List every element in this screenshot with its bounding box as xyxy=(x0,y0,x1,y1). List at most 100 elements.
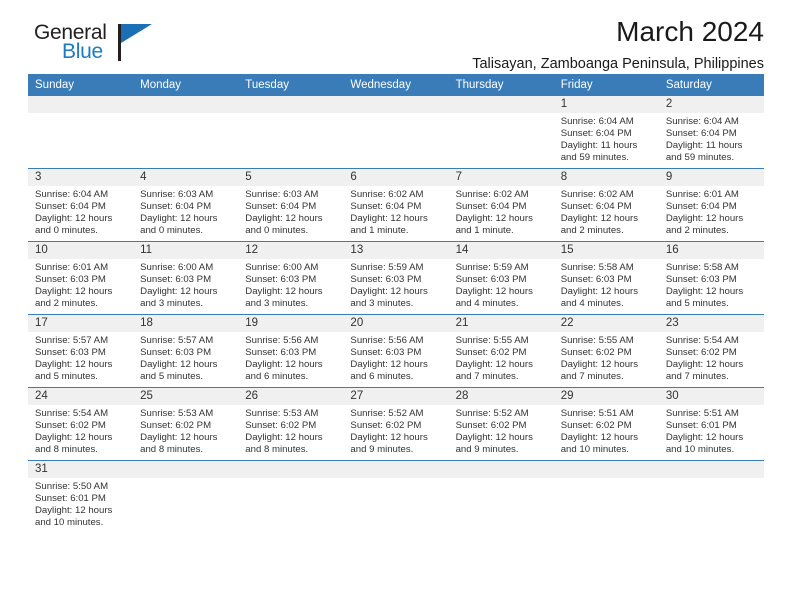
day-number: 17 xyxy=(28,315,134,332)
calendar-empty-cell xyxy=(448,460,554,533)
daylight-duration-line2: and 4 minutes. xyxy=(560,297,624,309)
calendar-day-cell[interactable]: 4 Sunrise: 6:03 AM Sunset: 6:04 PM Daylight… xyxy=(133,168,239,242)
weekday-header-friday: Friday xyxy=(553,74,659,96)
day-number: 21 xyxy=(448,315,554,332)
sunrise-time: Sunrise: 5:52 AM xyxy=(455,408,529,419)
calendar-day-cell[interactable]: 20 Sunrise: 5:56 AM Sunset: 6:03 PM Dayligh… xyxy=(343,314,449,388)
daylight-duration-line2: and 6 minutes. xyxy=(350,370,414,382)
day-cell-inner: 30 Sunrise: 5:51 AM Sunset: 6:01 PM Dayligh… xyxy=(658,388,764,460)
calendar-day-cell[interactable]: 14 Sunrise: 5:59 AM Sunset: 6:03 PM Dayligh… xyxy=(448,241,554,315)
day-number: 11 xyxy=(133,242,239,259)
day-cell-inner xyxy=(133,461,239,533)
sunset-time: Sunset: 6:04 PM xyxy=(350,200,422,212)
day-cell-inner xyxy=(238,461,344,533)
day-cell-inner xyxy=(448,461,554,533)
calendar-empty-cell xyxy=(553,460,659,533)
sunrise-time: Sunrise: 5:59 AM xyxy=(455,262,529,273)
day-details: Sunrise: 5:54 AM Sunset: 6:02 PM Daylight:… xyxy=(28,405,133,456)
calendar-day-cell[interactable]: 17 Sunrise: 5:57 AM Sunset: 6:03 PM Dayligh… xyxy=(28,314,134,388)
calendar-day-cell[interactable]: 23 Sunrise: 5:54 AM Sunset: 6:02 PM Dayligh… xyxy=(658,314,764,388)
day-details: Sunrise: 5:58 AM Sunset: 6:03 PM Daylight:… xyxy=(554,259,659,310)
calendar-day-cell[interactable]: 19 Sunrise: 5:56 AM Sunset: 6:03 PM Dayligh… xyxy=(238,314,344,388)
calendar-day-cell[interactable]: 25 Sunrise: 5:53 AM Sunset: 6:02 PM Dayligh… xyxy=(133,387,239,461)
day-details: Sunrise: 5:57 AM Sunset: 6:03 PM Daylight:… xyxy=(133,332,238,383)
calendar-day-cell[interactable]: 11 Sunrise: 6:00 AM Sunset: 6:03 PM Dayligh… xyxy=(133,241,239,315)
sunset-time: Sunset: 6:03 PM xyxy=(35,273,106,285)
day-cell-inner: 5 Sunrise: 6:03 AM Sunset: 6:04 PM Daylight… xyxy=(238,169,344,241)
day-cell-inner: 16 Sunrise: 5:58 AM Sunset: 6:03 PM Dayligh… xyxy=(658,242,764,314)
day-cell-inner xyxy=(658,461,764,533)
calendar-day-cell[interactable]: 24 Sunrise: 5:54 AM Sunset: 6:02 PM Dayligh… xyxy=(28,387,134,461)
day-details: Sunrise: 5:58 AM Sunset: 6:03 PM Daylight:… xyxy=(659,259,764,310)
calendar-week-row: 17 Sunrise: 5:57 AM Sunset: 6:03 PM Dayligh… xyxy=(28,314,764,388)
calendar-day-cell[interactable]: 6 Sunrise: 6:02 AM Sunset: 6:04 PM Daylight… xyxy=(343,168,449,242)
calendar-day-cell[interactable]: 31 Sunrise: 5:50 AM Sunset: 6:01 PM Dayligh… xyxy=(28,460,134,533)
day-number: 5 xyxy=(238,169,344,186)
sunrise-time: Sunrise: 5:51 AM xyxy=(560,408,634,419)
daylight-duration-line1: Daylight: 12 hours xyxy=(560,285,639,297)
calendar-day-cell[interactable]: 16 Sunrise: 5:58 AM Sunset: 6:03 PM Dayligh… xyxy=(658,241,764,315)
sunrise-time: Sunrise: 6:04 AM xyxy=(35,189,109,200)
day-number: 20 xyxy=(343,315,449,332)
calendar-day-cell[interactable]: 15 Sunrise: 5:58 AM Sunset: 6:03 PM Dayligh… xyxy=(553,241,659,315)
daylight-duration-line1: Daylight: 12 hours xyxy=(665,212,744,224)
calendar-day-cell[interactable]: 7 Sunrise: 6:02 AM Sunset: 6:04 PM Daylight… xyxy=(448,168,554,242)
sunset-time: Sunset: 6:03 PM xyxy=(350,273,422,285)
sunset-time: Sunset: 6:02 PM xyxy=(455,346,527,358)
daylight-duration-line2: and 6 minutes. xyxy=(245,370,309,382)
day-number: 19 xyxy=(238,315,344,332)
day-number: 16 xyxy=(658,242,764,259)
day-number: 24 xyxy=(28,388,134,405)
daylight-duration-line1: Daylight: 12 hours xyxy=(350,358,428,370)
sunset-time: Sunset: 6:03 PM xyxy=(140,346,212,358)
daylight-duration-line1: Daylight: 12 hours xyxy=(35,431,113,443)
day-number: 8 xyxy=(553,169,659,186)
calendar-day-cell[interactable]: 27 Sunrise: 5:52 AM Sunset: 6:02 PM Dayligh… xyxy=(343,387,449,461)
sunrise-time: Sunrise: 6:02 AM xyxy=(455,189,529,200)
day-details: Sunrise: 5:50 AM Sunset: 6:01 PM Daylight:… xyxy=(28,478,133,529)
day-details: Sunrise: 5:55 AM Sunset: 6:02 PM Daylight:… xyxy=(554,332,659,383)
calendar-empty-cell xyxy=(658,460,764,533)
calendar-day-cell[interactable]: 12 Sunrise: 6:00 AM Sunset: 6:03 PM Dayligh… xyxy=(238,241,344,315)
daylight-duration-line2: and 8 minutes. xyxy=(140,443,204,455)
calendar-page: General Blue March 2024 Talisayan, Zambo… xyxy=(0,0,792,612)
calendar-day-cell[interactable]: 5 Sunrise: 6:03 AM Sunset: 6:04 PM Daylight… xyxy=(238,168,344,242)
day-number: 4 xyxy=(133,169,239,186)
calendar-day-cell[interactable]: 29 Sunrise: 5:51 AM Sunset: 6:02 PM Dayligh… xyxy=(553,387,659,461)
day-cell-inner: 23 Sunrise: 5:54 AM Sunset: 6:02 PM Dayligh… xyxy=(658,315,764,387)
day-cell-inner: 9 Sunrise: 6:01 AM Sunset: 6:04 PM Daylight… xyxy=(658,169,764,241)
calendar-day-cell[interactable]: 8 Sunrise: 6:02 AM Sunset: 6:04 PM Daylight… xyxy=(553,168,659,242)
general-blue-logo[interactable]: General Blue xyxy=(34,22,164,68)
day-cell-inner: 29 Sunrise: 5:51 AM Sunset: 6:02 PM Dayligh… xyxy=(553,388,659,460)
calendar-day-cell[interactable]: 18 Sunrise: 5:57 AM Sunset: 6:03 PM Dayligh… xyxy=(133,314,239,388)
day-cell-inner: 8 Sunrise: 6:02 AM Sunset: 6:04 PM Daylight… xyxy=(553,169,659,241)
calendar-week-row: 24 Sunrise: 5:54 AM Sunset: 6:02 PM Dayligh… xyxy=(28,387,764,461)
calendar-day-cell[interactable]: 21 Sunrise: 5:55 AM Sunset: 6:02 PM Dayligh… xyxy=(448,314,554,388)
calendar-day-cell[interactable]: 2 Sunrise: 6:04 AM Sunset: 6:04 PM Daylight… xyxy=(658,96,764,169)
weekday-header-sunday: Sunday xyxy=(28,74,134,96)
sunrise-time: Sunrise: 5:52 AM xyxy=(350,408,424,419)
calendar-day-cell[interactable]: 3 Sunrise: 6:04 AM Sunset: 6:04 PM Daylight… xyxy=(28,168,134,242)
daylight-duration-line1: Daylight: 12 hours xyxy=(560,431,639,443)
sunset-time: Sunset: 6:02 PM xyxy=(245,419,317,431)
day-number: 1 xyxy=(553,96,659,113)
day-number: 23 xyxy=(658,315,764,332)
daylight-duration-line1: Daylight: 12 hours xyxy=(665,431,744,443)
calendar-day-cell[interactable]: 30 Sunrise: 5:51 AM Sunset: 6:01 PM Dayligh… xyxy=(658,387,764,461)
calendar-day-cell[interactable]: 1 Sunrise: 6:04 AM Sunset: 6:04 PM Daylight… xyxy=(553,96,659,169)
calendar-day-cell[interactable]: 9 Sunrise: 6:01 AM Sunset: 6:04 PM Daylight… xyxy=(658,168,764,242)
calendar-day-cell[interactable]: 22 Sunrise: 5:55 AM Sunset: 6:02 PM Dayligh… xyxy=(553,314,659,388)
calendar-day-cell[interactable]: 28 Sunrise: 5:52 AM Sunset: 6:02 PM Dayligh… xyxy=(448,387,554,461)
day-number: 27 xyxy=(343,388,449,405)
sunrise-time: Sunrise: 5:55 AM xyxy=(455,335,529,346)
calendar-day-cell[interactable]: 26 Sunrise: 5:53 AM Sunset: 6:02 PM Dayligh… xyxy=(238,387,344,461)
sunset-time: Sunset: 6:04 PM xyxy=(245,200,317,212)
daylight-duration-line1: Daylight: 12 hours xyxy=(560,358,639,370)
day-details: Sunrise: 5:56 AM Sunset: 6:03 PM Daylight:… xyxy=(343,332,448,383)
daylight-duration-line2: and 1 minute. xyxy=(350,224,409,236)
calendar-day-cell[interactable]: 13 Sunrise: 5:59 AM Sunset: 6:03 PM Dayligh… xyxy=(343,241,449,315)
day-cell-inner: 21 Sunrise: 5:55 AM Sunset: 6:02 PM Dayligh… xyxy=(448,315,554,387)
calendar-day-cell[interactable]: 10 Sunrise: 6:01 AM Sunset: 6:03 PM Dayligh… xyxy=(28,241,134,315)
daylight-duration-line2: and 3 minutes. xyxy=(140,297,204,309)
day-cell-inner: 4 Sunrise: 6:03 AM Sunset: 6:04 PM Daylight… xyxy=(133,169,239,241)
